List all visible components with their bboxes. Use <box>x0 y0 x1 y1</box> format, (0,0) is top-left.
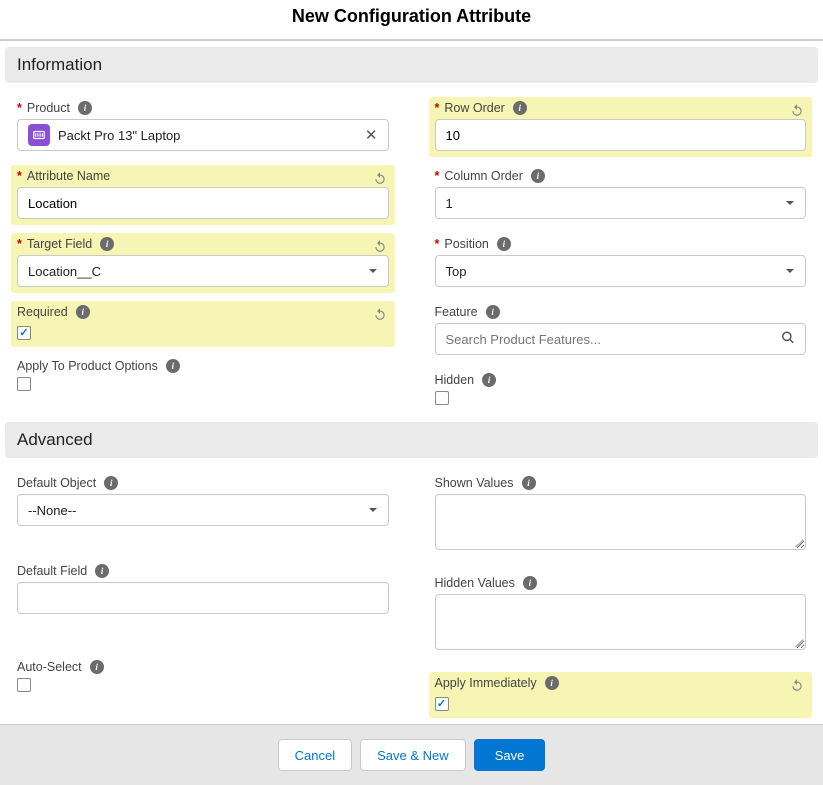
info-icon[interactable]: i <box>78 101 92 115</box>
default-object-select[interactable]: --None-- <box>17 494 389 526</box>
field-feature: Feature i <box>429 301 813 361</box>
shown-values-label: Shown Values <box>435 476 514 490</box>
field-attribute-name: *Attribute Name <box>11 165 395 225</box>
chevron-down-icon <box>785 196 795 211</box>
field-apply-to-product-options: Apply To Product Options i <box>11 355 395 402</box>
info-icon[interactable]: i <box>482 373 496 387</box>
auto-select-label: Auto-Select <box>17 660 82 674</box>
required-label: Required <box>17 305 68 319</box>
info-icon[interactable]: i <box>90 660 104 674</box>
save-and-new-button[interactable]: Save & New <box>360 739 466 771</box>
info-icon[interactable]: i <box>486 305 500 319</box>
info-icon[interactable]: i <box>523 576 537 590</box>
required-checkbox[interactable] <box>17 326 31 340</box>
field-column-order: *Column Orderi 1 <box>429 165 813 225</box>
chevron-down-icon <box>368 503 378 518</box>
attribute-name-input[interactable] <box>28 196 378 211</box>
apply-immediately-checkbox[interactable] <box>435 697 449 711</box>
row-order-input[interactable] <box>446 128 796 143</box>
position-label: Position <box>444 237 488 251</box>
info-icon[interactable]: i <box>531 169 545 183</box>
info-icon[interactable]: i <box>76 305 90 319</box>
field-default-object: Default Object i --None-- <box>11 472 395 532</box>
field-target-field: *Target Fieldi Location__C <box>11 233 395 293</box>
default-field-input[interactable] <box>28 591 378 606</box>
product-lookup[interactable]: Packt Pro 13" Laptop ✕ <box>17 119 389 151</box>
field-auto-select: Auto-Select i <box>11 656 395 703</box>
target-field-label: Target Field <box>27 237 92 251</box>
chevron-down-icon <box>368 264 378 279</box>
clear-icon[interactable]: ✕ <box>365 126 378 144</box>
product-icon <box>28 124 50 146</box>
default-field-label: Default Field <box>17 564 87 578</box>
field-required: Required i <box>11 301 395 347</box>
hidden-values-textarea[interactable] <box>435 594 807 650</box>
footer-actions: Cancel Save & New Save <box>0 724 823 785</box>
section-advanced: Advanced <box>5 422 818 458</box>
hidden-checkbox[interactable] <box>435 391 449 405</box>
field-position: *Positioni Top <box>429 233 813 293</box>
apply-to-product-options-label: Apply To Product Options <box>17 359 158 373</box>
target-field-select[interactable]: Location__C <box>17 255 389 287</box>
field-hidden-values: Hidden Values i <box>429 572 813 656</box>
field-row-order: *Row Orderi <box>429 97 813 157</box>
field-product: *Producti Packt Pro 13" Laptop ✕ <box>11 97 395 157</box>
chevron-down-icon <box>785 264 795 279</box>
hidden-label: Hidden <box>435 373 475 387</box>
info-icon[interactable]: i <box>522 476 536 490</box>
info-icon[interactable]: i <box>497 237 511 251</box>
apply-immediately-label: Apply Immediately <box>435 676 537 690</box>
column-order-label: Column Order <box>444 169 523 183</box>
info-icon[interactable]: i <box>95 564 109 578</box>
attribute-name-label: Attribute Name <box>27 169 110 183</box>
section-information: Information <box>5 47 818 83</box>
undo-icon[interactable] <box>373 307 387 326</box>
row-order-label: Row Order <box>444 101 504 115</box>
auto-select-checkbox[interactable] <box>17 678 31 692</box>
feature-label: Feature <box>435 305 478 319</box>
product-label: Product <box>27 101 70 115</box>
position-select[interactable]: Top <box>435 255 807 287</box>
hidden-values-label: Hidden Values <box>435 576 515 590</box>
info-icon[interactable]: i <box>166 359 180 373</box>
info-icon[interactable]: i <box>104 476 118 490</box>
save-button[interactable]: Save <box>474 739 546 771</box>
apply-to-product-options-checkbox[interactable] <box>17 377 31 391</box>
field-apply-immediately: Apply Immediately i <box>429 672 813 718</box>
product-value: Packt Pro 13" Laptop <box>58 128 180 143</box>
feature-search-input[interactable] <box>446 332 796 347</box>
default-object-label: Default Object <box>17 476 96 490</box>
shown-values-textarea[interactable] <box>435 494 807 550</box>
field-default-field: Default Field i <box>11 560 395 620</box>
info-icon[interactable]: i <box>545 676 559 690</box>
field-shown-values: Shown Values i <box>429 472 813 556</box>
search-icon <box>781 331 795 348</box>
cancel-button[interactable]: Cancel <box>278 739 352 771</box>
undo-icon[interactable] <box>790 678 804 697</box>
info-icon[interactable]: i <box>100 237 114 251</box>
info-icon[interactable]: i <box>513 101 527 115</box>
column-order-select[interactable]: 1 <box>435 187 807 219</box>
field-hidden: Hiddeni <box>429 369 813 416</box>
page-title: New Configuration Attribute <box>0 0 823 39</box>
